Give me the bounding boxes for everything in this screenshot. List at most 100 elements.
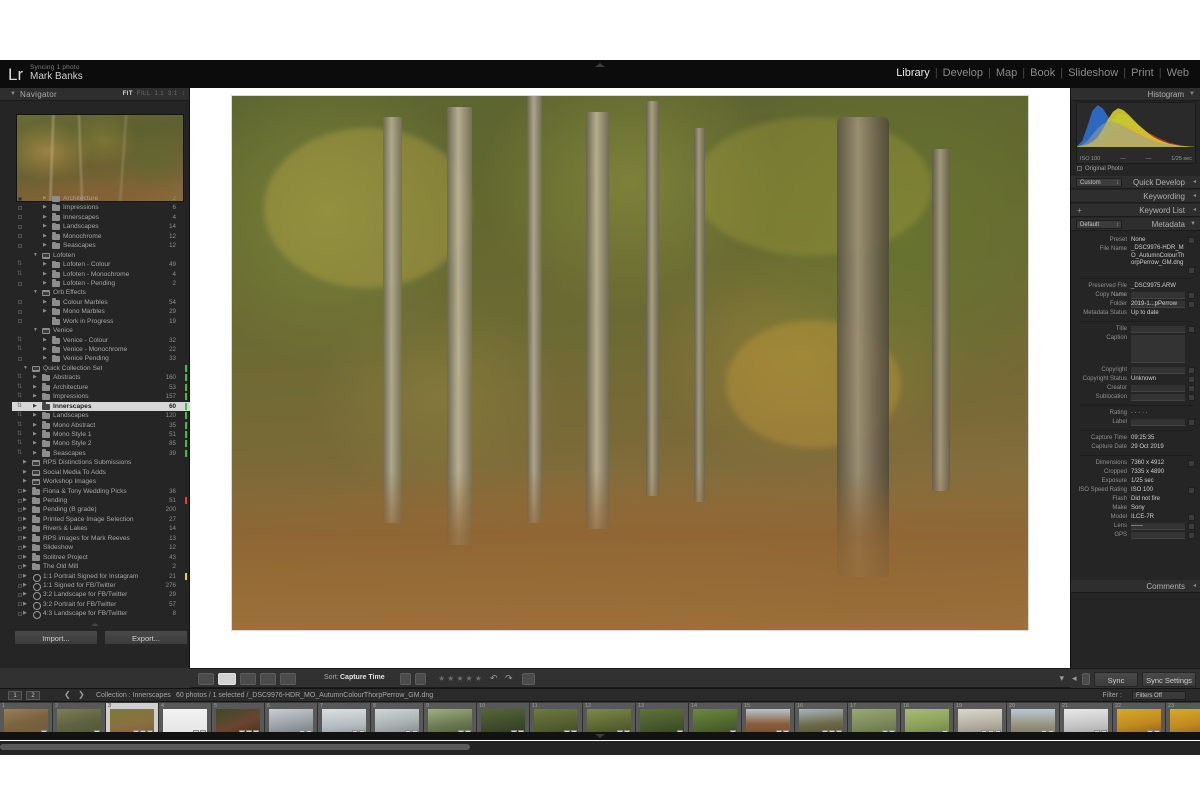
twisty-right-icon[interactable]: ▶ bbox=[43, 241, 47, 250]
twisty-right-icon[interactable]: ▶ bbox=[43, 213, 47, 222]
metadata-row[interactable]: Exposure1/25 sec bbox=[1075, 477, 1197, 486]
publish-checkbox-icon[interactable] bbox=[18, 244, 22, 248]
publish-checkbox-icon[interactable] bbox=[18, 357, 22, 361]
publish-checkbox-icon[interactable] bbox=[18, 593, 22, 597]
tree-item[interactable]: ⇅▶Architecture53 bbox=[12, 383, 190, 392]
navigator-header[interactable]: ▼ Navigator FITFILL1:13:1↕ bbox=[0, 88, 189, 101]
twisty-down-icon[interactable]: ▼ bbox=[33, 326, 38, 335]
top-panel-toggle-icon[interactable] bbox=[595, 63, 605, 67]
tree-item[interactable]: ▶Landscapes14 bbox=[12, 222, 190, 231]
sync-icon[interactable]: ⇅ bbox=[17, 449, 22, 458]
add-keyword-icon[interactable]: + bbox=[1077, 204, 1082, 217]
tree-item[interactable]: ▼Venice bbox=[12, 326, 190, 335]
tree-item[interactable]: ▶Printed Space Image Selection27 bbox=[12, 515, 190, 524]
keyword-list-twisty-icon[interactable]: ◂ bbox=[1193, 204, 1196, 217]
tree-item[interactable]: ⇅▶Mono Style 151 bbox=[12, 430, 190, 439]
twisty-down-icon[interactable]: ▼ bbox=[33, 251, 38, 260]
twisty-right-icon[interactable]: ▶ bbox=[43, 232, 47, 241]
twisty-right-icon[interactable]: ▶ bbox=[43, 279, 47, 288]
tree-item[interactable]: ▶Workshop Images bbox=[12, 477, 190, 486]
histogram-header[interactable]: Histogram ▼ bbox=[1071, 88, 1200, 101]
metadata-header[interactable]: Default Metadata ▼ bbox=[1071, 218, 1200, 231]
sync-icon[interactable]: ⇅ bbox=[17, 336, 22, 345]
tree-item[interactable]: ▶Pending (B grade)200 bbox=[12, 505, 190, 514]
twisty-right-icon[interactable]: ▶ bbox=[43, 260, 47, 269]
metadata-action-icon[interactable] bbox=[1188, 394, 1195, 401]
nav-zoom-stepper-icon[interactable]: ↕ bbox=[178, 91, 185, 97]
twisty-right-icon[interactable]: ▶ bbox=[23, 553, 27, 562]
screen-2-button[interactable]: 2 bbox=[26, 691, 40, 700]
tree-item[interactable]: ▶4:3 Landscape for FB/Twitter8 bbox=[12, 609, 190, 618]
tree-item[interactable]: ▶Slideshow12 bbox=[12, 543, 190, 552]
module-develop[interactable]: Develop bbox=[938, 67, 988, 79]
twisty-right-icon[interactable]: ▶ bbox=[23, 543, 27, 552]
metadata-action-icon[interactable] bbox=[1188, 514, 1195, 521]
twisty-right-icon[interactable]: ▶ bbox=[23, 562, 27, 571]
metadata-row[interactable]: File Name_DSC9976-HDR_MO_AutumnColourTho… bbox=[1075, 245, 1197, 275]
metadata-action-icon[interactable] bbox=[1188, 532, 1195, 539]
tree-item[interactable]: ▶1:1 Portrait Signed for Instagram21 bbox=[12, 572, 190, 581]
navigator-preview[interactable] bbox=[16, 114, 184, 202]
twisty-right-icon[interactable]: ▶ bbox=[23, 534, 27, 543]
sync-settings-button[interactable]: Sync Settings bbox=[1142, 672, 1196, 687]
metadata-row[interactable]: Folder2019-1...pPerrow bbox=[1075, 300, 1197, 309]
twisty-right-icon[interactable]: ▶ bbox=[33, 421, 37, 430]
metadata-input[interactable] bbox=[1131, 532, 1185, 539]
tree-item[interactable]: ▶Monochrome12 bbox=[12, 232, 190, 241]
nav-zoom-3-1[interactable]: 3:1 bbox=[164, 91, 178, 97]
metadata-row[interactable]: FlashDid not fire bbox=[1075, 495, 1197, 504]
twisty-down-icon[interactable]: ▼ bbox=[33, 288, 38, 297]
metadata-row[interactable]: PresetNone bbox=[1075, 236, 1197, 245]
tree-item[interactable]: Work in Progress19 bbox=[12, 317, 190, 326]
metadata-input[interactable] bbox=[1131, 326, 1185, 333]
publish-checkbox-icon[interactable] bbox=[18, 584, 22, 588]
twisty-right-icon[interactable]: ▶ bbox=[33, 449, 37, 458]
publish-checkbox-icon[interactable] bbox=[18, 215, 22, 219]
metadata-row[interactable]: Rating· · · · · bbox=[1075, 409, 1197, 418]
quick-develop-preset[interactable]: Custom bbox=[1076, 178, 1122, 187]
publish-checkbox-icon[interactable] bbox=[18, 508, 22, 512]
metadata-input[interactable] bbox=[1131, 385, 1185, 392]
filmstrip-scrollbar-track[interactable] bbox=[0, 741, 1200, 755]
bottom-panel-tab[interactable] bbox=[0, 732, 1200, 740]
sync-icon[interactable]: ⇅ bbox=[17, 392, 22, 401]
publish-checkbox-icon[interactable] bbox=[18, 602, 22, 606]
tree-item[interactable]: ⇅▶Seascapes39 bbox=[12, 449, 190, 458]
tree-item[interactable]: ⇅▶Venice - Monochrome22 bbox=[12, 345, 190, 354]
publish-checkbox-icon[interactable] bbox=[18, 527, 22, 531]
twisty-right-icon[interactable]: ▶ bbox=[23, 572, 27, 581]
twisty-right-icon[interactable]: ▶ bbox=[33, 383, 37, 392]
metadata-dropdown-icon[interactable] bbox=[1188, 376, 1195, 383]
module-book[interactable]: Book bbox=[1025, 67, 1060, 79]
twisty-right-icon[interactable]: ▶ bbox=[43, 196, 47, 203]
sync-icon[interactable]: ⇅ bbox=[17, 383, 22, 392]
tree-item[interactable]: ▶Seascapes12 bbox=[12, 241, 190, 250]
navigator-zoom-levels[interactable]: FITFILL1:13:1↕ bbox=[123, 88, 185, 101]
publish-checkbox-icon[interactable] bbox=[18, 612, 22, 616]
metadata-preset-selector[interactable]: Default bbox=[1076, 220, 1122, 229]
publish-checkbox-icon[interactable] bbox=[18, 517, 22, 521]
histogram-twisty-icon[interactable]: ▼ bbox=[1189, 88, 1195, 101]
tree-item[interactable]: ▶Innerscapes4 bbox=[12, 213, 190, 222]
tree-item[interactable]: ▶Pending51 bbox=[12, 496, 190, 505]
filmstrip-scrollbar-thumb[interactable] bbox=[0, 744, 470, 750]
publish-checkbox-icon[interactable] bbox=[18, 319, 22, 323]
tree-item[interactable]: ⇅▶Innerscapes60 bbox=[12, 402, 190, 411]
go-back-icon[interactable]: ❮ bbox=[64, 690, 71, 699]
quick-develop-header[interactable]: Custom Quick Develop ◂ bbox=[1071, 176, 1200, 189]
metadata-row[interactable]: Label bbox=[1075, 418, 1197, 427]
twisty-right-icon[interactable]: ▶ bbox=[23, 581, 27, 590]
tree-item[interactable]: ▶Mono Marbles29 bbox=[12, 307, 190, 316]
survey-view-icon[interactable] bbox=[260, 673, 276, 685]
collections-tree[interactable]: ▶Architecture2▶Impressions6▶Innerscapes4… bbox=[12, 196, 190, 621]
navigator-twisty-icon[interactable]: ▼ bbox=[10, 88, 16, 101]
rotate-left-icon[interactable]: ↶ bbox=[490, 673, 498, 684]
twisty-right-icon[interactable]: ▶ bbox=[23, 600, 27, 609]
publish-checkbox-icon[interactable] bbox=[18, 536, 22, 540]
twisty-right-icon[interactable]: ▶ bbox=[23, 496, 27, 505]
twisty-right-icon[interactable]: ▶ bbox=[43, 222, 47, 231]
metadata-action-icon[interactable] bbox=[1188, 523, 1195, 530]
metadata-row[interactable]: Capture Time09:25:35 bbox=[1075, 434, 1197, 443]
twisty-right-icon[interactable]: ▶ bbox=[33, 439, 37, 448]
tree-item[interactable]: ⇅▶Venice - Colour32 bbox=[12, 336, 190, 345]
